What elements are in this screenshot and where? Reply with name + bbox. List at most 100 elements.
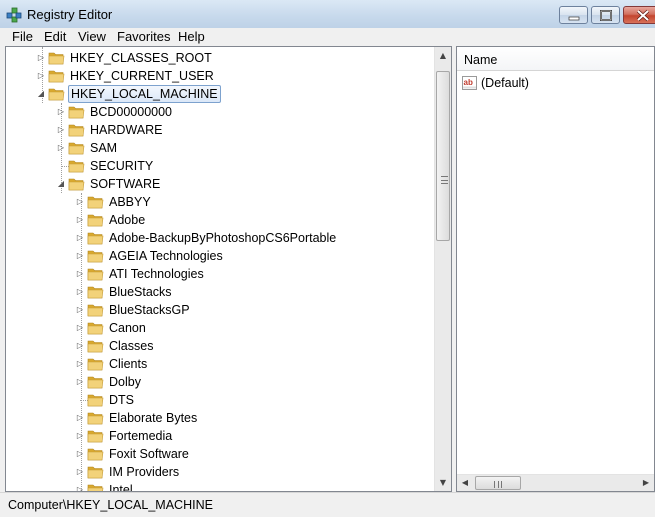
tree-node[interactable]: ◢ SOFTWARE [6, 175, 436, 193]
expand-arrow-icon[interactable]: ▷ [75, 373, 85, 391]
tree-node[interactable]: ▷ ATI Technologies [6, 265, 436, 283]
tree-node-label: ATI Technologies [109, 267, 204, 281]
values-horizontal-scrollbar[interactable]: ◀ ▶ [457, 474, 654, 491]
folder-icon [87, 212, 104, 227]
collapse-arrow-icon[interactable]: ◢ [56, 175, 66, 193]
folder-icon [68, 158, 85, 173]
tree-node-label: Adobe-BackupByPhotoshopCS6Portable [109, 231, 337, 245]
tree-node-label: Adobe [109, 213, 146, 227]
expand-arrow-icon[interactable]: ▷ [75, 247, 85, 265]
column-header-label: Name [464, 53, 498, 67]
folder-icon [87, 374, 104, 389]
expand-arrow-icon[interactable]: ▷ [75, 337, 85, 355]
expand-arrow-icon[interactable]: ▷ [75, 301, 85, 319]
tree-node[interactable]: DTS [6, 391, 436, 409]
tree-node-label: Elaborate Bytes [109, 411, 198, 425]
tree-node[interactable]: ▷ Adobe-BackupByPhotoshopCS6Portable [6, 229, 436, 247]
tree-node[interactable]: ▷ Elaborate Bytes [6, 409, 436, 427]
tree-node[interactable]: SECURITY [6, 157, 436, 175]
tree-node[interactable]: ▷ Dolby [6, 373, 436, 391]
tree-node-label: Classes [109, 339, 154, 353]
expand-arrow-icon[interactable]: ▷ [75, 283, 85, 301]
expand-arrow-icon[interactable]: ▷ [56, 139, 66, 157]
folder-icon [48, 86, 65, 101]
tree-node-label: Clients [109, 357, 148, 371]
tree-vertical-scrollbar[interactable]: ▲ ▼ [434, 47, 451, 491]
minimize-icon [568, 16, 580, 21]
tree-node[interactable]: ▷ BlueStacks [6, 283, 436, 301]
expand-arrow-icon[interactable]: ▷ [75, 319, 85, 337]
expand-arrow-icon[interactable]: ▷ [75, 463, 85, 481]
registry-editor-icon [6, 7, 22, 23]
expand-arrow-icon[interactable]: ▷ [75, 427, 85, 445]
tree-node[interactable]: ▷ Intel [6, 481, 436, 491]
folder-icon [68, 104, 85, 119]
scroll-left-arrow-icon[interactable]: ◀ [457, 475, 473, 491]
expand-arrow-icon[interactable]: ▷ [75, 211, 85, 229]
maximize-button[interactable] [591, 6, 620, 24]
folder-icon [87, 248, 104, 263]
string-value-icon: ab [462, 76, 477, 90]
expand-arrow-icon[interactable]: ▷ [75, 355, 85, 373]
tree-node-label: AGEIA Technologies [109, 249, 223, 263]
menu-bar: File Edit View Favorites Help [0, 28, 655, 46]
tree-node[interactable]: ▷ Foxit Software [6, 445, 436, 463]
expand-arrow-icon[interactable]: ▷ [75, 229, 85, 247]
menu-edit[interactable]: Edit [44, 29, 66, 44]
expand-arrow-icon[interactable]: ▷ [75, 481, 85, 491]
maximize-icon [600, 10, 612, 21]
tree-node[interactable]: ▷ IM Providers [6, 463, 436, 481]
tree-node[interactable]: ▷ Canon [6, 319, 436, 337]
menu-view[interactable]: View [78, 29, 106, 44]
expand-arrow-icon[interactable]: ▷ [75, 409, 85, 427]
expand-arrow-icon[interactable]: ▷ [36, 67, 46, 85]
tree-node[interactable]: ▷ HKEY_CLASSES_ROOT [6, 49, 436, 67]
tree-node[interactable]: ▷ Adobe [6, 211, 436, 229]
column-header-name[interactable]: Name [457, 47, 654, 71]
folder-icon [87, 338, 104, 353]
window-title: Registry Editor [27, 7, 113, 22]
tree-node[interactable]: ▷ ABBYY [6, 193, 436, 211]
expand-arrow-icon[interactable]: ▷ [75, 193, 85, 211]
tree-node-label: Fortemedia [109, 429, 173, 443]
folder-icon [87, 482, 104, 491]
tree-node[interactable]: ▷ Clients [6, 355, 436, 373]
close-button[interactable] [623, 6, 655, 24]
expand-arrow-icon[interactable]: ▷ [36, 49, 46, 67]
expand-arrow-icon[interactable]: ▷ [75, 265, 85, 283]
svg-text:ab: ab [464, 78, 473, 87]
tree-node-label: HARDWARE [90, 123, 163, 137]
folder-icon [87, 194, 104, 209]
horizontal-scrollbar-thumb[interactable] [475, 476, 521, 490]
menu-help[interactable]: Help [178, 29, 205, 44]
tree-node[interactable]: ▷ HKEY_CURRENT_USER [6, 67, 436, 85]
collapse-arrow-icon[interactable]: ◢ [36, 85, 46, 103]
close-icon [636, 9, 650, 22]
folder-icon [48, 68, 65, 83]
tree-node-label: ABBYY [109, 195, 151, 209]
expand-arrow-icon[interactable]: ▷ [56, 121, 66, 139]
tree-node[interactable]: ▷ SAM [6, 139, 436, 157]
menu-file[interactable]: File [12, 29, 33, 44]
tree-node-label: HKEY_CLASSES_ROOT [70, 51, 212, 65]
folder-icon [87, 446, 104, 461]
tree-node[interactable]: ◢ HKEY_LOCAL_MACHINE [6, 85, 436, 103]
main-area: ▷ HKEY_CLASSES_ROOT ▷ HKEY_CURRENT_USER ◢ HKE… [0, 46, 655, 492]
scroll-right-arrow-icon[interactable]: ▶ [638, 475, 654, 491]
tree-node[interactable]: ▷ AGEIA Technologies [6, 247, 436, 265]
scroll-down-arrow-icon[interactable]: ▼ [435, 474, 451, 491]
tree-node[interactable]: ▷ BlueStacksGP [6, 301, 436, 319]
scrollbar-thumb[interactable] [436, 71, 450, 241]
tree-node[interactable]: ▷ Fortemedia [6, 427, 436, 445]
registry-tree[interactable]: ▷ HKEY_CLASSES_ROOT ▷ HKEY_CURRENT_USER ◢ HKE… [5, 46, 452, 492]
expand-arrow-icon[interactable]: ▷ [56, 103, 66, 121]
tree-node[interactable]: ▷ Classes [6, 337, 436, 355]
values-list[interactable]: Name ab (Default) ◀ ▶ [456, 46, 655, 492]
tree-node[interactable]: ▷ HARDWARE [6, 121, 436, 139]
tree-node[interactable]: ▷ BCD00000000 [6, 103, 436, 121]
scroll-up-arrow-icon[interactable]: ▲ [435, 47, 451, 64]
menu-favorites[interactable]: Favorites [117, 29, 170, 44]
minimize-button[interactable] [559, 6, 588, 24]
expand-arrow-icon[interactable]: ▷ [75, 445, 85, 463]
folder-icon [68, 122, 85, 137]
